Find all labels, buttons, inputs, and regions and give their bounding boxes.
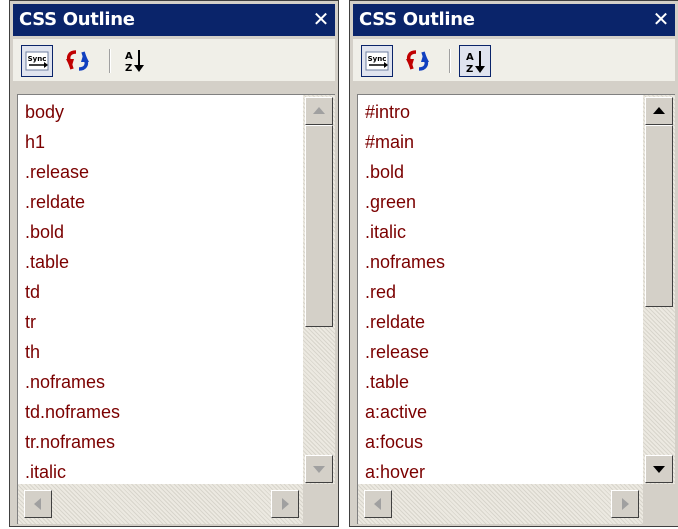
selector-list[interactable]: #intro #main .bold .green .italic .nofra…	[357, 94, 675, 524]
scroll-thumb[interactable]	[305, 125, 333, 327]
arrow-right-icon	[282, 498, 289, 510]
sync-icon: Sync	[365, 51, 389, 71]
title-bar[interactable]: CSS Outline ✕	[13, 4, 335, 36]
list-item[interactable]: a:hover	[358, 457, 643, 487]
list-item[interactable]: .reldate	[358, 307, 643, 337]
sync-icon: Sync	[25, 51, 49, 71]
svg-text:Z: Z	[466, 64, 473, 75]
list-item[interactable]: .noframes	[358, 247, 643, 277]
list-item[interactable]: th	[18, 337, 303, 367]
list-item[interactable]: h1	[18, 127, 303, 157]
sync-label: Sync	[368, 55, 387, 63]
scrollbar-corner	[643, 484, 675, 524]
selector-list[interactable]: body h1 .release .reldate .bold .table t…	[17, 94, 335, 524]
sync-button[interactable]: Sync	[361, 45, 393, 77]
list-item[interactable]: td	[18, 277, 303, 307]
list-item[interactable]: #intro	[358, 97, 643, 127]
sync-label: Sync	[28, 55, 47, 63]
close-icon[interactable]: ✕	[651, 8, 671, 30]
panel-title: CSS Outline	[359, 9, 475, 30]
list-item[interactable]: body	[18, 97, 303, 127]
scroll-left-button[interactable]	[24, 490, 52, 518]
vertical-scrollbar[interactable]	[643, 95, 675, 485]
scroll-right-button[interactable]	[611, 490, 639, 518]
arrow-left-icon	[374, 498, 381, 510]
list-item[interactable]: .red	[358, 277, 643, 307]
list-item[interactable]: .noframes	[18, 367, 303, 397]
list-item[interactable]: .bold	[358, 157, 643, 187]
svg-text:Z: Z	[125, 63, 132, 74]
sort-button[interactable]: A Z	[119, 45, 151, 77]
scroll-up-button[interactable]	[645, 97, 673, 125]
list-item[interactable]: tr	[18, 307, 303, 337]
list-item[interactable]: .release	[18, 157, 303, 187]
sort-button[interactable]: A Z	[459, 45, 491, 77]
sort-ascending-icon: A Z	[466, 51, 485, 75]
sync-button[interactable]: Sync	[21, 45, 53, 77]
title-bar[interactable]: CSS Outline ✕	[353, 4, 675, 36]
scroll-down-button[interactable]	[645, 455, 673, 483]
sort-ascending-icon: A Z	[125, 50, 144, 74]
toolbar: Sync A Z	[353, 39, 675, 81]
list-item[interactable]: .release	[358, 337, 643, 367]
refresh-button[interactable]	[63, 45, 95, 77]
list-item[interactable]: .green	[358, 187, 643, 217]
scroll-left-button[interactable]	[364, 490, 392, 518]
arrow-left-icon	[34, 498, 41, 510]
svg-text:A: A	[466, 52, 474, 63]
list-item[interactable]: #main	[358, 127, 643, 157]
refresh-icon	[66, 50, 89, 71]
scroll-up-button[interactable]	[305, 97, 333, 125]
list-item[interactable]: .italic	[18, 457, 303, 487]
toolbar-separator	[449, 49, 451, 73]
css-outline-panel-left: CSS Outline ✕ Sync A Z body h1 .release …	[9, 0, 339, 527]
refresh-button[interactable]	[403, 45, 435, 77]
vertical-scrollbar[interactable]	[303, 95, 335, 485]
panel-title: CSS Outline	[19, 9, 135, 30]
list-item[interactable]: a:focus	[358, 427, 643, 457]
scroll-down-button[interactable]	[305, 455, 333, 483]
arrow-down-icon	[653, 466, 665, 473]
list-item[interactable]: a:active	[358, 397, 643, 427]
close-icon[interactable]: ✕	[311, 8, 331, 30]
refresh-icon	[406, 50, 429, 71]
horizontal-scrollbar[interactable]	[358, 484, 643, 524]
arrow-down-icon	[313, 466, 325, 473]
selector-items: body h1 .release .reldate .bold .table t…	[18, 97, 303, 487]
horizontal-scrollbar[interactable]	[18, 484, 303, 524]
list-item[interactable]: tr.noframes	[18, 427, 303, 457]
list-item[interactable]: .italic	[358, 217, 643, 247]
scroll-thumb[interactable]	[645, 125, 673, 307]
svg-text:A: A	[125, 51, 133, 62]
list-item[interactable]: .table	[358, 367, 643, 397]
list-item[interactable]: .bold	[18, 217, 303, 247]
list-item[interactable]: .table	[18, 247, 303, 277]
toolbar-separator	[109, 49, 111, 73]
toolbar: Sync A Z	[13, 39, 335, 81]
scrollbar-corner	[303, 484, 335, 524]
arrow-up-icon	[313, 107, 325, 114]
arrow-up-icon	[653, 107, 665, 114]
arrow-right-icon	[622, 498, 629, 510]
selector-items: #intro #main .bold .green .italic .nofra…	[358, 97, 643, 487]
css-outline-panel-right: CSS Outline ✕ Sync A Z #intro #main .bol…	[349, 0, 678, 527]
list-item[interactable]: td.noframes	[18, 397, 303, 427]
list-item[interactable]: .reldate	[18, 187, 303, 217]
scroll-right-button[interactable]	[271, 490, 299, 518]
